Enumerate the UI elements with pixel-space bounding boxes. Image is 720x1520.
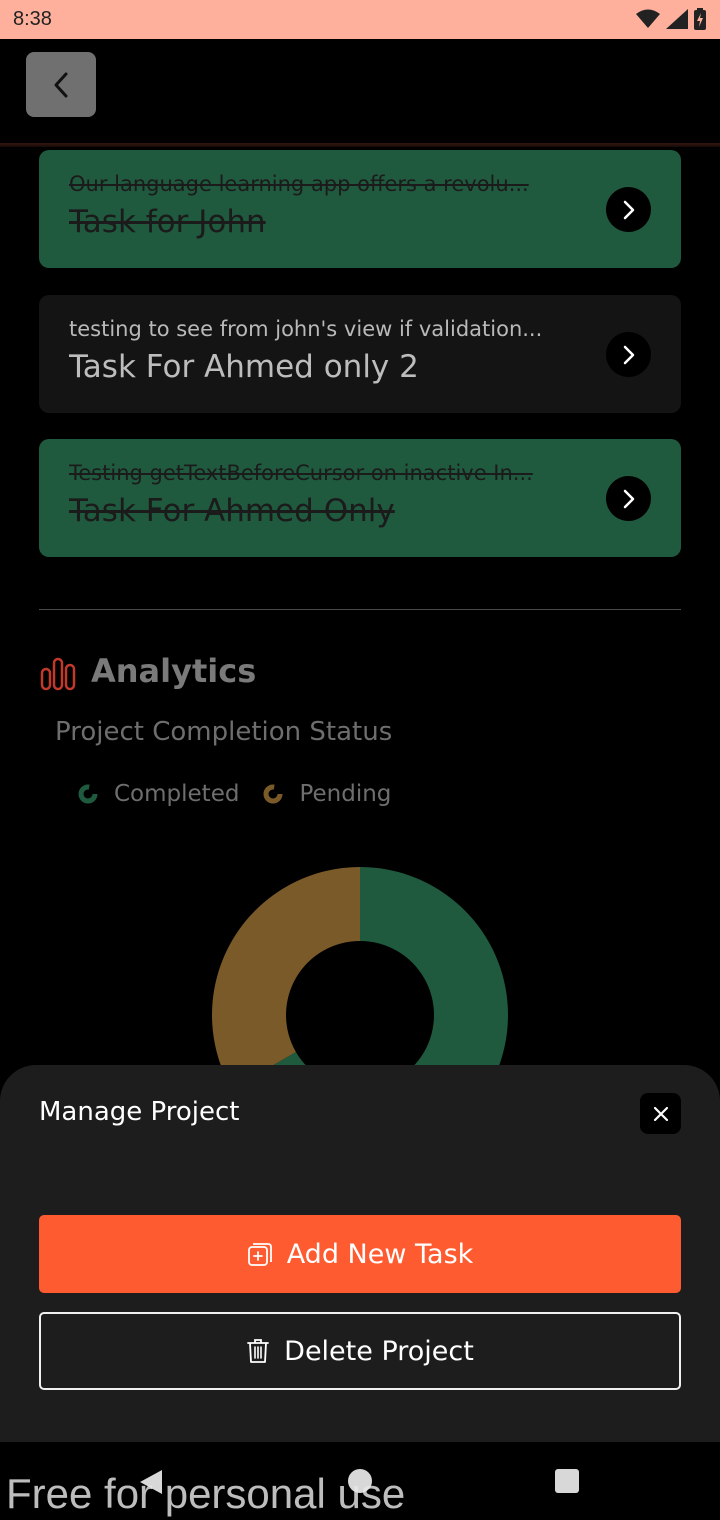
watermark: Free for personal use [6,1470,406,1517]
task-description: testing to see from john's view if valid… [69,317,543,341]
trash-icon [247,1339,270,1363]
wifi-icon [636,9,660,28]
task-card[interactable]: Testing getTextBeforeCursor on inactive … [39,439,681,557]
chevron-right-icon [623,489,634,508]
nav-recents-icon[interactable] [555,1469,579,1493]
legend-item-completed: Completed [78,781,239,807]
chevron-right-icon [623,200,634,219]
task-description: Our language learning app offers a revol… [69,172,529,196]
battery-icon [694,8,706,30]
header-divider [0,143,720,147]
back-button[interactable] [26,52,96,117]
delete-project-label: Delete Project [284,1335,474,1367]
task-card[interactable]: testing to see from john's view if valid… [39,295,681,413]
legend-swatch-icon [263,784,283,804]
task-title: Task For Ahmed only 2 [69,349,419,385]
close-icon [653,1106,668,1121]
donut-slice-pending [212,867,360,1089]
task-open-button[interactable] [606,187,651,232]
signal-icon [666,9,688,29]
analytics-title: Analytics [91,652,257,690]
manage-project-sheet: Manage Project Add New Task Delete Proje… [0,1065,720,1442]
chevron-right-icon [623,345,634,364]
add-new-task-label: Add New Task [286,1238,474,1270]
add-new-task-button[interactable]: Add New Task [39,1215,681,1293]
task-card[interactable]: Our language learning app offers a revol… [39,150,681,268]
task-description: Testing getTextBeforeCursor on inactive … [69,461,533,485]
legend-label: Completed [114,781,240,807]
task-title: Task for John [69,204,266,240]
chart-title: Project Completion Status [55,717,393,747]
bar-chart-icon [40,657,76,691]
status-bar: 8:38 [0,0,720,39]
chart-legend: Completed Pending [78,781,415,807]
delete-project-button[interactable]: Delete Project [39,1312,681,1390]
chevron-left-icon [54,72,68,97]
section-divider [39,609,681,610]
task-title: Task For Ahmed Only [69,493,395,529]
status-icons [636,7,706,31]
add-task-icon [247,1243,272,1266]
task-open-button[interactable] [606,476,651,521]
status-time: 8:38 [13,8,52,30]
legend-label: Pending [299,781,392,807]
legend-item-pending: Pending [263,781,391,807]
legend-swatch-icon [78,784,98,804]
task-open-button[interactable] [606,332,651,377]
sheet-title: Manage Project [39,1097,240,1127]
close-button[interactable] [640,1093,681,1134]
